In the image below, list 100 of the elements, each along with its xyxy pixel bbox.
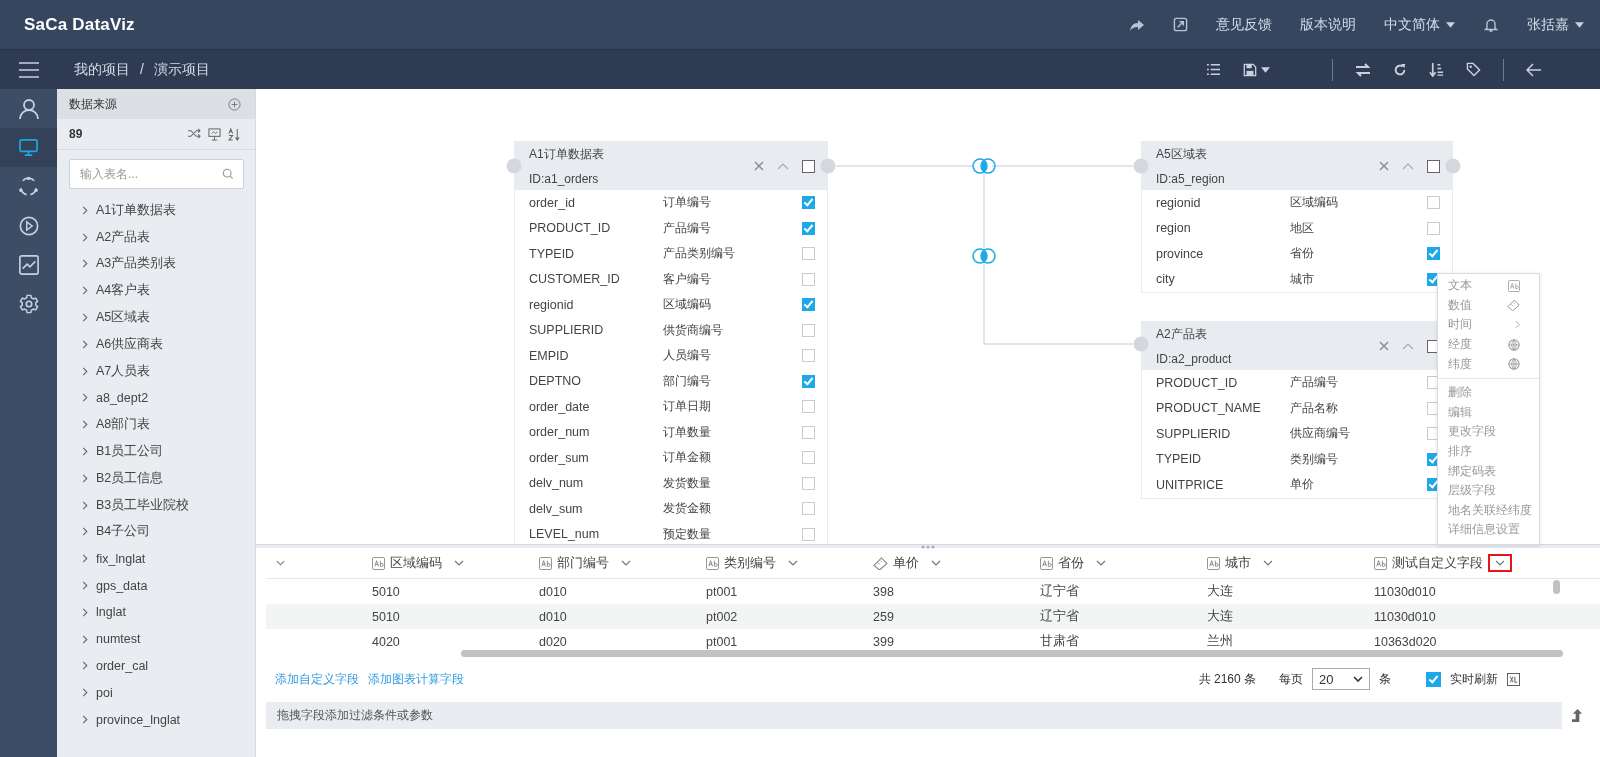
filter-drop-zone[interactable]: 拖拽字段添加过滤条件或参数 — [266, 702, 1562, 729]
table-list-item[interactable]: A3产品类别表 — [96, 255, 177, 273]
chevron-right-icon[interactable] — [82, 447, 88, 457]
back-arrow-icon[interactable] — [1526, 62, 1542, 77]
refresh-icon[interactable] — [1393, 62, 1407, 77]
table-list-item[interactable]: B3员工毕业院校 — [96, 496, 190, 514]
chevron-right-icon[interactable] — [82, 661, 88, 671]
column-header[interactable]: 测试自定义字段 — [1392, 554, 1483, 572]
chevron-right-icon[interactable] — [82, 366, 88, 376]
drag-handle-icon[interactable] — [921, 544, 935, 549]
chevron-right-icon[interactable] — [82, 473, 88, 483]
checkbox[interactable] — [1427, 247, 1440, 261]
language-dropdown[interactable]: 中文简体 — [1384, 15, 1455, 34]
chevron-right-icon[interactable] — [82, 581, 88, 591]
port-dot[interactable] — [1133, 158, 1149, 174]
checkbox[interactable] — [802, 298, 815, 312]
settings-icon[interactable] — [18, 293, 39, 314]
sort-icon[interactable] — [228, 127, 241, 141]
table-list-item[interactable]: lnglat — [96, 605, 126, 620]
chevron-right-icon[interactable] — [82, 634, 88, 644]
column-header[interactable]: 类别编号 — [724, 554, 776, 572]
table-list-item[interactable]: A5区域表 — [96, 309, 151, 327]
chevron-right-icon[interactable] — [82, 688, 88, 698]
caret-icon[interactable] — [1446, 21, 1455, 28]
chevron-right-icon[interactable] — [82, 715, 88, 725]
close-icon[interactable] — [754, 161, 764, 171]
swap-icon[interactable] — [1355, 62, 1371, 77]
breadcrumb-link[interactable]: 演示项目 — [153, 60, 210, 79]
user-menu[interactable]: 张括嘉 — [1527, 15, 1584, 34]
table-list-item[interactable]: A4客户表 — [96, 282, 151, 300]
list-icon[interactable] — [1206, 63, 1221, 76]
chevron-right-icon[interactable] — [82, 205, 88, 215]
save-icon[interactable] — [1243, 62, 1257, 77]
monitor-icon[interactable] — [19, 139, 38, 156]
chevron-right-icon[interactable] — [82, 286, 88, 296]
column-header[interactable]: 部门编号 — [557, 554, 609, 572]
port-dot[interactable] — [820, 158, 836, 174]
close-icon[interactable] — [1379, 341, 1389, 351]
excel-icon[interactable] — [1507, 672, 1520, 686]
table-list-item[interactable]: A7人员表 — [96, 362, 151, 380]
port-dot[interactable] — [1133, 336, 1149, 352]
table-list-item[interactable]: gps_data — [96, 578, 148, 593]
table-list-item[interactable]: fix_lnglat — [96, 551, 146, 566]
search-field[interactable]: 输入表名... — [69, 159, 244, 189]
checkbox[interactable] — [802, 196, 815, 210]
shuffle-icon[interactable] — [188, 127, 201, 139]
table-list-item[interactable]: numtest — [96, 632, 141, 647]
bell-icon[interactable] — [1483, 16, 1499, 33]
vertical-scrollbar[interactable] — [1553, 580, 1560, 594]
add-icon[interactable] — [228, 97, 241, 111]
column-header[interactable]: 单价 — [893, 554, 919, 572]
column-header[interactable]: 区域编码 — [390, 554, 442, 572]
user-icon[interactable] — [17, 97, 40, 120]
chevron-right-icon[interactable] — [82, 607, 88, 617]
caret-icon[interactable] — [1575, 21, 1584, 28]
chart-icon[interactable] — [18, 254, 39, 275]
table-list-item[interactable]: a8_dept2 — [96, 390, 149, 405]
page-size-select[interactable]: 20 — [1312, 668, 1370, 690]
chevron-right-icon[interactable] — [82, 500, 88, 510]
chevron-right-icon[interactable] — [82, 313, 88, 323]
tag-icon[interactable] — [1466, 62, 1481, 77]
table-list-item[interactable]: order_cal — [96, 658, 149, 673]
checkbox[interactable] — [802, 221, 815, 235]
breadcrumb-link[interactable]: 我的项目 — [74, 60, 130, 79]
table-list-item[interactable]: poi — [96, 685, 113, 700]
arrow-up-icon[interactable] — [1572, 708, 1583, 723]
chevron-right-icon[interactable] — [82, 259, 88, 269]
chevron-right-icon[interactable] — [82, 554, 88, 564]
table-list-item[interactable]: B1员工公司 — [96, 443, 164, 461]
column-header[interactable]: 城市 — [1225, 554, 1251, 572]
checkbox[interactable] — [1426, 671, 1441, 687]
top-link[interactable]: 版本说明 — [1300, 15, 1356, 34]
chevron-right-icon[interactable] — [82, 339, 88, 349]
port-dot[interactable] — [506, 158, 522, 174]
presentation-icon[interactable] — [208, 127, 221, 141]
chevron-right-icon[interactable] — [82, 420, 88, 430]
play-icon[interactable] — [18, 215, 39, 236]
chevron-down-icon[interactable] — [1353, 676, 1363, 682]
table-list-item[interactable]: province_lnglat — [96, 712, 181, 727]
caret-icon[interactable] — [1261, 66, 1270, 73]
close-icon[interactable] — [1379, 161, 1389, 171]
horizontal-scrollbar[interactable] — [461, 650, 1563, 657]
join-icon[interactable] — [972, 248, 996, 264]
table-list-item[interactable]: A8部门表 — [96, 416, 151, 434]
search-icon[interactable] — [222, 168, 234, 180]
cycle-icon[interactable] — [18, 176, 39, 197]
table-list-item[interactable]: A1订单数据表 — [96, 201, 177, 219]
join-icon[interactable] — [972, 158, 996, 174]
table-list-item[interactable]: A6供应商表 — [96, 335, 164, 353]
chevron-right-icon[interactable] — [82, 232, 88, 242]
checkbox[interactable] — [1427, 159, 1440, 173]
chevron-right-icon[interactable] — [82, 527, 88, 537]
checkbox[interactable] — [802, 159, 815, 173]
table-list-item[interactable]: B2员工信息 — [96, 469, 164, 487]
column-header[interactable]: 省份 — [1058, 554, 1084, 572]
table-list-item[interactable]: B4子公司 — [96, 523, 151, 541]
table-list-item[interactable]: A2产品表 — [96, 228, 151, 246]
port-dot[interactable] — [1445, 158, 1461, 174]
sort-icon[interactable] — [1429, 62, 1444, 77]
menu-icon[interactable] — [19, 61, 39, 78]
